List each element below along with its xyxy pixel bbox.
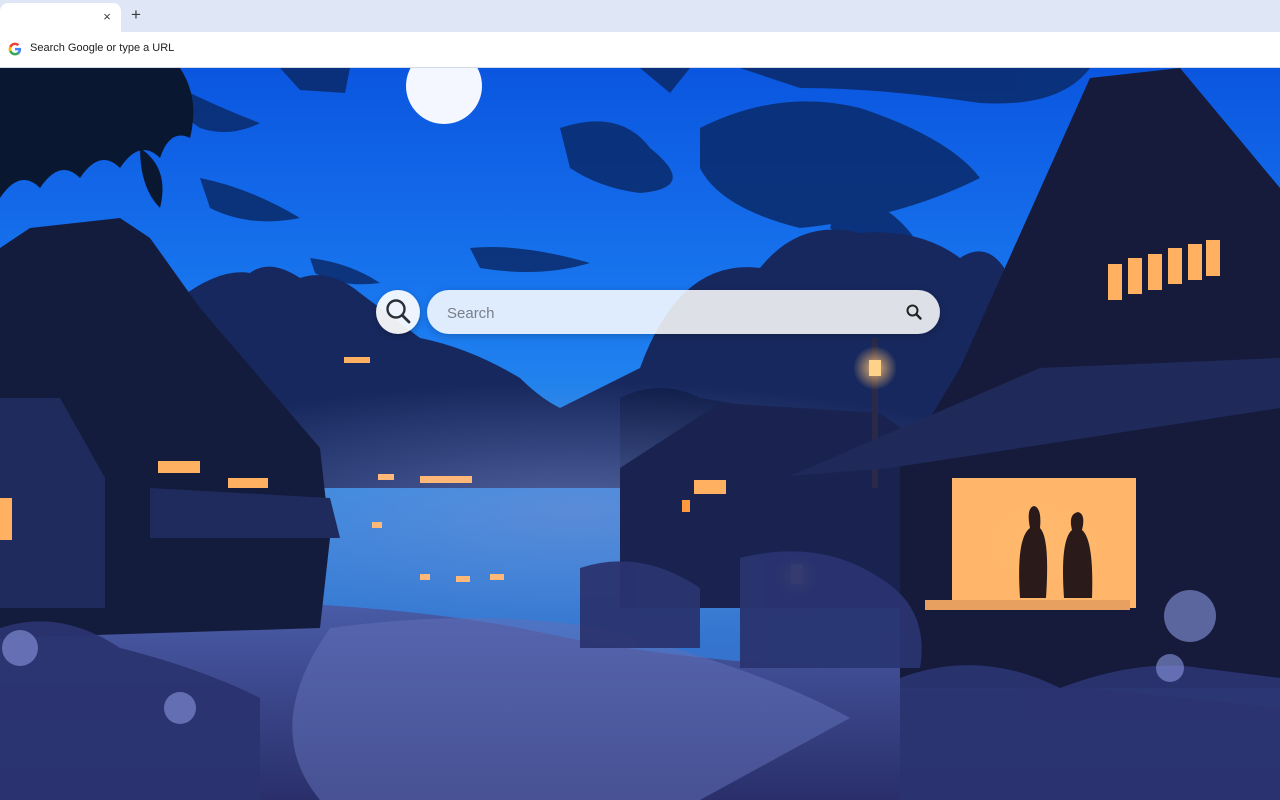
new-tab-button[interactable]: +	[126, 5, 146, 25]
search-input[interactable]	[445, 301, 889, 325]
new-tab-page	[0, 68, 1280, 800]
search-logo-button[interactable]	[376, 290, 420, 334]
address-bar-text: Search Google or type a URL	[30, 42, 175, 54]
search-icon[interactable]	[905, 303, 923, 321]
close-icon[interactable]: ×	[99, 9, 115, 25]
active-tab[interactable]: ×	[0, 3, 121, 32]
search-box	[427, 290, 940, 334]
background-illustration	[0, 68, 1280, 800]
address-bar[interactable]: Search Google or type a URL	[2, 36, 1278, 63]
google-g-icon	[8, 42, 22, 56]
tab-strip: × +	[0, 0, 1280, 32]
browser-toolbar: Search Google or type a URL	[0, 32, 1280, 68]
magnifier-logo-icon	[386, 299, 411, 324]
